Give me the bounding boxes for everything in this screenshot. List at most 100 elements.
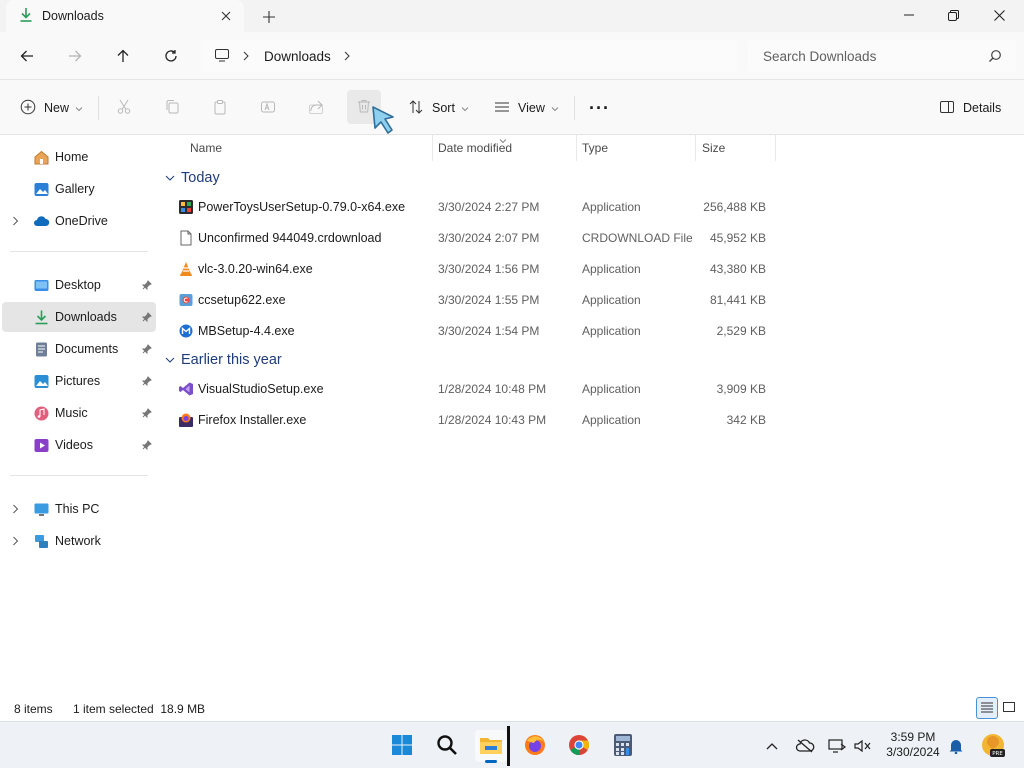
file-list: Name Date modified Type Size Today Power… <box>157 135 1024 695</box>
column-header-size[interactable]: Size <box>702 135 725 161</box>
chevron-down-icon <box>165 352 175 368</box>
home-icon <box>33 149 50 166</box>
view-button[interactable]: View <box>494 94 559 122</box>
copy-button[interactable] <box>158 94 186 122</box>
network-icon <box>33 533 50 550</box>
up-button[interactable] <box>109 42 137 70</box>
chevron-right-icon[interactable] <box>12 215 19 229</box>
forward-button[interactable] <box>61 42 89 70</box>
sidebar-item-gallery[interactable]: Gallery <box>2 174 156 204</box>
group-header-today[interactable]: Today <box>165 170 220 186</box>
onedrive-offline-icon[interactable] <box>795 736 815 756</box>
display-icon[interactable] <box>827 736 847 756</box>
videos-icon <box>33 437 50 454</box>
taskbar-file-explorer[interactable] <box>475 730 507 763</box>
column-divider[interactable] <box>576 135 577 161</box>
sort-label: Sort <box>432 101 455 115</box>
back-button[interactable] <box>13 42 41 70</box>
title-bar: Downloads <box>0 0 1024 32</box>
command-bar: New Sort View ··· Details <box>0 80 1024 135</box>
breadcrumb-downloads[interactable]: Downloads <box>264 49 331 64</box>
clock-time: 3:59 PM <box>890 730 936 744</box>
file-row[interactable]: PowerToysUserSetup-0.79.0-x64.exe 3/30/2… <box>169 193 779 221</box>
details-button[interactable]: Details <box>939 94 1001 122</box>
scissors-icon <box>116 99 132 118</box>
download-icon <box>33 309 50 326</box>
rename-button[interactable] <box>254 94 282 122</box>
sidebar-divider <box>10 475 148 476</box>
minimize-button[interactable] <box>886 0 932 30</box>
column-header-name[interactable]: Name <box>190 135 222 161</box>
column-divider[interactable] <box>775 135 776 161</box>
show-hidden-icons-chevron-icon[interactable] <box>762 736 782 756</box>
sidebar-item-pictures[interactable]: Pictures <box>2 366 156 396</box>
sidebar-item-downloads[interactable]: Downloads <box>2 302 156 332</box>
file-row[interactable]: ccsetup622.exe 3/30/2024 1:55 PM Applica… <box>169 286 779 314</box>
taskbar-clock[interactable]: 3:59 PM 3/30/2024 <box>882 730 944 760</box>
pin-icon[interactable] <box>141 439 152 453</box>
sidebar-item-desktop[interactable]: Desktop <box>2 270 156 300</box>
column-divider[interactable] <box>432 135 433 161</box>
taskbar-calculator[interactable] <box>607 730 639 762</box>
file-row[interactable]: Firefox Installer.exe 1/28/2024 10:43 PM… <box>169 406 779 434</box>
sidebar-item-videos[interactable]: Videos <box>2 430 156 460</box>
onedrive-icon <box>33 213 50 230</box>
file-row[interactable]: vlc-3.0.20-win64.exe 3/30/2024 1:56 PM A… <box>169 255 779 283</box>
status-bar: 8 items 1 item selected 18.9 MB <box>0 695 1024 721</box>
copilot-pre-icon[interactable]: PRE <box>980 732 1006 758</box>
share-button[interactable] <box>302 94 330 122</box>
close-window-button[interactable] <box>976 0 1022 30</box>
pin-icon[interactable] <box>141 375 152 389</box>
chevron-right-icon[interactable] <box>12 503 19 517</box>
cut-button[interactable] <box>110 94 138 122</box>
sidebar-item-home[interactable]: Home <box>2 142 156 172</box>
this-pc-icon <box>33 501 50 518</box>
taskbar-search-button[interactable] <box>431 730 463 762</box>
more-icon: ··· <box>589 97 610 118</box>
divider <box>98 96 99 120</box>
sidebar-item-network[interactable]: Network <box>2 526 156 556</box>
file-row[interactable]: Unconfirmed 944049.crdownload 3/30/2024 … <box>169 224 779 252</box>
more-options-button[interactable]: ··· <box>589 94 610 122</box>
refresh-button[interactable] <box>157 42 185 70</box>
chevron-right-icon[interactable] <box>12 535 19 549</box>
file-row[interactable]: MBSetup-4.4.exe 3/30/2024 1:54 PM Applic… <box>169 317 779 345</box>
taskbar-firefox[interactable] <box>519 730 551 762</box>
sort-icon <box>408 99 424 118</box>
volume-muted-icon[interactable] <box>852 736 872 756</box>
restore-button[interactable] <box>930 0 976 30</box>
start-button[interactable] <box>386 730 418 762</box>
details-label: Details <box>963 101 1002 115</box>
sidebar-item-documents[interactable]: Documents <box>2 334 156 364</box>
tiles-view-toggle[interactable] <box>998 697 1020 719</box>
column-header-type[interactable]: Type <box>582 135 608 161</box>
chevron-right-icon[interactable] <box>343 51 351 61</box>
paste-button[interactable] <box>206 94 234 122</box>
pin-icon[interactable] <box>141 407 152 421</box>
tab-downloads[interactable]: Downloads <box>6 0 244 32</box>
pin-icon[interactable] <box>141 279 152 293</box>
sidebar-item-this-pc[interactable]: This PC <box>2 494 156 524</box>
firefox-icon <box>523 733 547 760</box>
clock-date: 3/30/2024 <box>886 745 940 759</box>
group-header-earlier-this-year[interactable]: Earlier this year <box>165 352 282 368</box>
new-tab-button[interactable] <box>260 8 278 26</box>
taskbar-chrome[interactable] <box>563 730 595 762</box>
address-bar[interactable]: Downloads <box>202 40 738 72</box>
pin-icon[interactable] <box>141 343 152 357</box>
sidebar-item-onedrive[interactable]: OneDrive <box>2 206 156 236</box>
chevron-right-icon[interactable] <box>242 51 250 61</box>
details-view-toggle[interactable] <box>976 697 998 719</box>
pin-icon[interactable] <box>141 311 152 325</box>
column-divider[interactable] <box>695 135 696 161</box>
search-input[interactable]: Search Downloads <box>748 40 1016 72</box>
chevron-down-icon <box>461 101 469 115</box>
sort-button[interactable]: Sort <box>408 94 469 122</box>
search-icon[interactable] <box>988 49 1002 66</box>
close-tab-icon[interactable] <box>218 8 234 24</box>
sidebar-item-music[interactable]: Music <box>2 398 156 428</box>
tiles-view-icon <box>1002 701 1016 716</box>
file-row[interactable]: VisualStudioSetup.exe 1/28/2024 10:48 PM… <box>169 375 779 403</box>
notification-bell-icon[interactable] <box>946 736 966 756</box>
new-button[interactable]: New <box>20 94 83 122</box>
